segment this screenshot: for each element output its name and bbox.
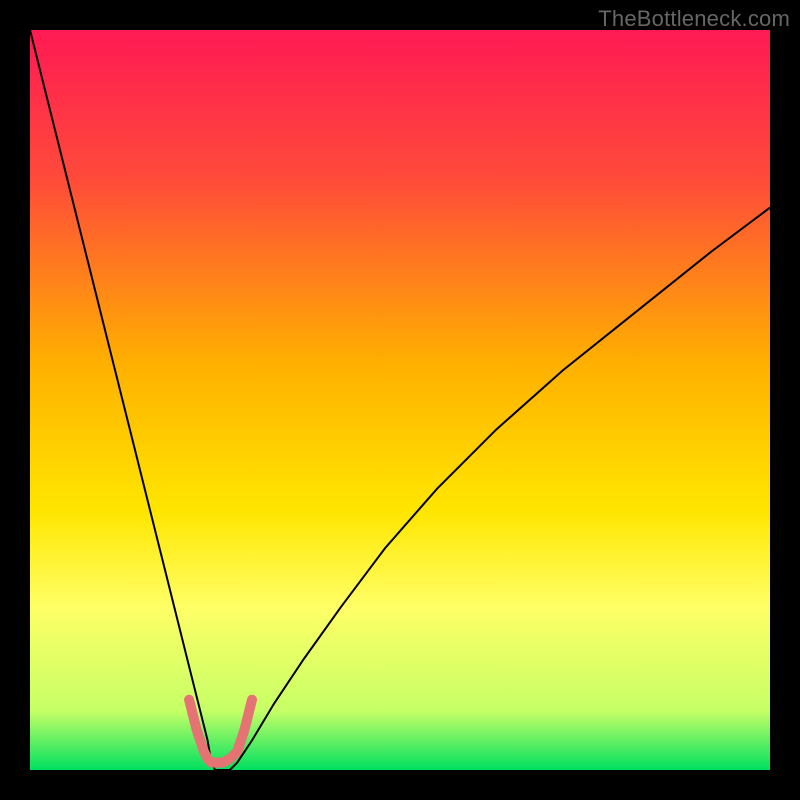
gradient-background [30, 30, 770, 770]
chart-frame: TheBottleneck.com [0, 0, 800, 800]
plot-area [30, 30, 770, 770]
chart-svg [30, 30, 770, 770]
watermark-text: TheBottleneck.com [598, 6, 790, 32]
